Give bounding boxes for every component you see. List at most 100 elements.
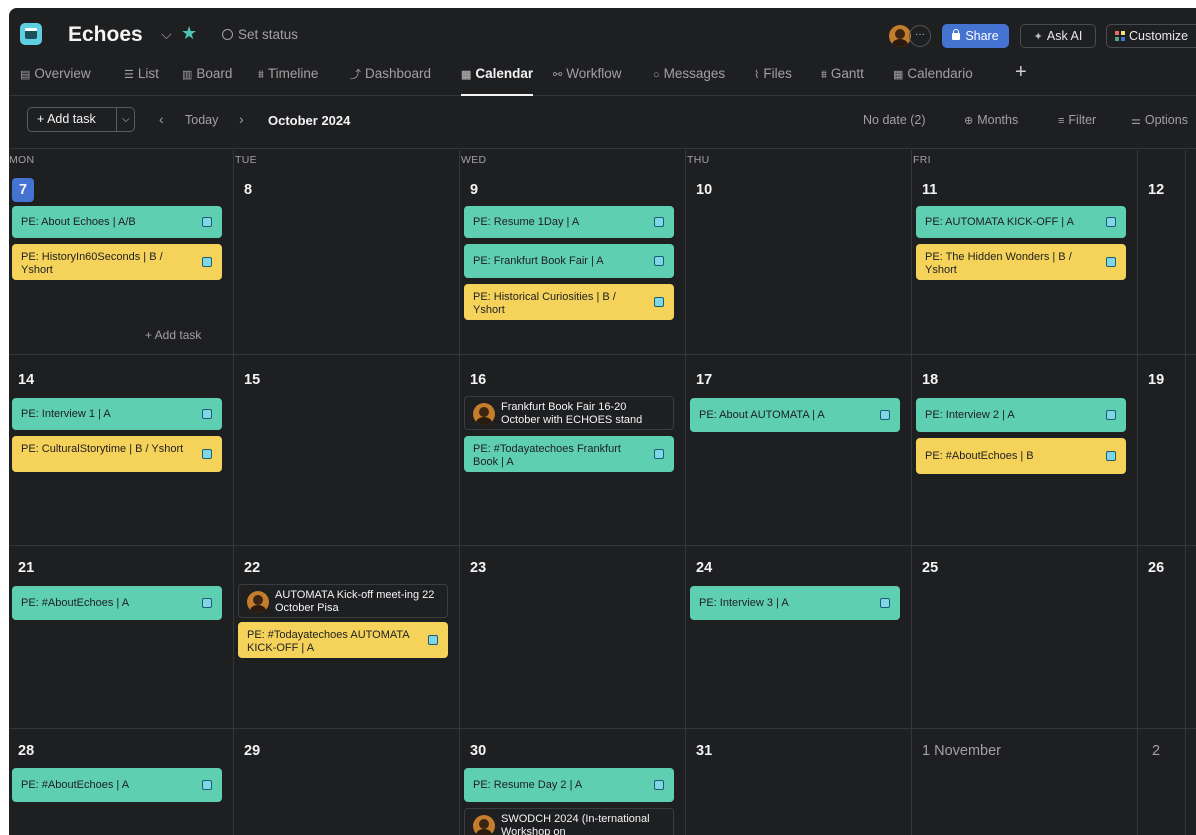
grid-line xyxy=(1185,150,1186,835)
day-number[interactable]: 8 xyxy=(244,182,252,198)
day-number-next-month[interactable]: 2 xyxy=(1152,743,1160,759)
task-checkbox-icon[interactable] xyxy=(202,217,212,227)
task-checkbox-icon[interactable] xyxy=(654,217,664,227)
task-checkbox-icon[interactable] xyxy=(654,780,664,790)
task-card[interactable]: PE: The Hidden Wonders | B / Yshort xyxy=(916,244,1126,280)
add-task-button[interactable]: + Add task ⌵ xyxy=(27,107,135,132)
add-task-inline-button[interactable]: + Add task xyxy=(145,328,201,342)
task-card[interactable]: PE: #Todayatechoes Frankfurt Book | A xyxy=(464,436,674,472)
day-number[interactable]: 10 xyxy=(696,182,712,198)
member-avatar[interactable] xyxy=(889,25,911,47)
tab-gantt[interactable]: ⩩ Gantt xyxy=(821,63,864,96)
add-tab-plus-icon[interactable]: + xyxy=(1015,61,1027,84)
day-number[interactable]: 9 xyxy=(470,182,478,198)
project-menu-chevron-icon[interactable]: ⌵ xyxy=(161,26,172,43)
share-button[interactable]: Share xyxy=(942,24,1009,48)
filter-button[interactable]: ≡ Filter xyxy=(1058,113,1096,127)
task-checkbox-icon[interactable] xyxy=(1106,217,1116,227)
event-owner-avatar xyxy=(473,815,495,835)
day-number[interactable]: 21 xyxy=(18,560,34,576)
day-number[interactable]: 25 xyxy=(922,560,938,576)
task-checkbox-icon[interactable] xyxy=(654,449,664,459)
paperclip-icon: ⌇ xyxy=(754,69,760,81)
task-card[interactable]: PE: About Echoes | A/B xyxy=(12,206,222,238)
task-checkbox-icon[interactable] xyxy=(202,780,212,790)
tab-timeline[interactable]: ⩩ Timeline xyxy=(258,63,318,96)
tab-calendario[interactable]: ▦ Calendario xyxy=(893,63,973,96)
task-card[interactable]: PE: #AboutEchoes | A xyxy=(12,768,222,802)
task-card[interactable]: PE: Interview 2 | A xyxy=(916,398,1126,432)
options-button[interactable]: ⚌ Options xyxy=(1131,113,1188,127)
chevron-down-icon[interactable]: ⌵ xyxy=(122,108,130,131)
day-number[interactable]: 24 xyxy=(696,560,712,576)
task-checkbox-icon[interactable] xyxy=(202,409,212,419)
task-card[interactable]: PE: HistoryIn60Seconds | B / Yshort xyxy=(12,244,222,280)
day-number[interactable]: 19 xyxy=(1148,372,1164,388)
no-date-button[interactable]: No date (2) xyxy=(863,113,926,127)
task-checkbox-icon[interactable] xyxy=(880,598,890,608)
previous-month-chevron-icon[interactable]: ‹ xyxy=(159,111,164,127)
task-card[interactable]: PE: Frankfurt Book Fair | A xyxy=(464,244,674,278)
task-card[interactable]: PE: Resume Day 2 | A xyxy=(464,768,674,802)
day-number-today[interactable]: 7 xyxy=(12,178,34,202)
customize-button[interactable]: Customize xyxy=(1106,24,1196,48)
set-status-button[interactable]: Set status xyxy=(222,27,298,42)
months-view-button[interactable]: ⊕ Months xyxy=(964,113,1018,127)
tab-dashboard[interactable]: ⤴ Dashboard xyxy=(350,63,431,96)
task-card[interactable]: PE: About AUTOMATA | A xyxy=(690,398,900,432)
tab-overview[interactable]: ▤ Overview xyxy=(20,63,91,96)
day-number[interactable]: 31 xyxy=(696,743,712,759)
task-checkbox-icon[interactable] xyxy=(654,256,664,266)
day-number[interactable]: 23 xyxy=(470,560,486,576)
tab-messages[interactable]: ○ Messages xyxy=(653,63,725,96)
task-checkbox-icon[interactable] xyxy=(428,635,438,645)
day-number[interactable]: 22 xyxy=(244,560,260,576)
favorite-star-icon[interactable]: ★ xyxy=(181,23,197,44)
task-card[interactable]: PE: #AboutEchoes | B xyxy=(916,438,1126,474)
task-card[interactable]: PE: #Todayatechoes AUTOMATA KICK-OFF | A xyxy=(238,622,448,658)
tab-files[interactable]: ⌇ Files xyxy=(754,63,792,96)
day-number[interactable]: 26 xyxy=(1148,560,1164,576)
project-title[interactable]: Echoes xyxy=(68,23,143,47)
task-card[interactable]: PE: #AboutEchoes | A xyxy=(12,586,222,620)
task-checkbox-icon[interactable] xyxy=(202,598,212,608)
task-checkbox-icon[interactable] xyxy=(880,410,890,420)
tab-board[interactable]: ▥ Board xyxy=(182,63,232,96)
day-number-next-month[interactable]: 1 November xyxy=(922,743,1001,759)
task-title: PE: Frankfurt Book Fair | A xyxy=(473,255,604,267)
task-checkbox-icon[interactable] xyxy=(1106,451,1116,461)
calendar-event[interactable]: Frankfurt Book Fair 16-20 October with E… xyxy=(464,396,674,430)
calendar-grid: 7 8 9 10 11 12 PE: About Echoes | A/B PE… xyxy=(9,150,1196,835)
day-number[interactable]: 15 xyxy=(244,372,260,388)
options-label: Options xyxy=(1144,113,1188,127)
tab-workflow[interactable]: ⚯ Workflow xyxy=(553,63,621,96)
task-card[interactable]: PE: Historical Curiosities | B / Yshort xyxy=(464,284,674,320)
tab-list[interactable]: ☰ List xyxy=(124,63,159,96)
task-checkbox-icon[interactable] xyxy=(1106,257,1116,267)
tab-calendar[interactable]: ▦ Calendar xyxy=(461,63,534,96)
task-checkbox-icon[interactable] xyxy=(202,257,212,267)
members-more-button[interactable]: ··· xyxy=(909,25,931,47)
task-card[interactable]: PE: AUTOMATA KICK-OFF | A xyxy=(916,206,1126,238)
day-number[interactable]: 30 xyxy=(470,743,486,759)
task-checkbox-icon[interactable] xyxy=(654,297,664,307)
ask-ai-button[interactable]: ✦ Ask AI xyxy=(1020,24,1096,48)
day-number[interactable]: 12 xyxy=(1148,182,1164,198)
day-number[interactable]: 11 xyxy=(922,182,937,198)
calendar-event[interactable]: SWODCH 2024 (In-ternational Workshop on xyxy=(464,808,674,835)
task-card[interactable]: PE: Resume 1Day | A xyxy=(464,206,674,238)
day-number[interactable]: 14 xyxy=(18,372,34,388)
day-number[interactable]: 18 xyxy=(922,372,938,388)
today-button[interactable]: Today xyxy=(185,113,218,127)
task-card[interactable]: PE: Interview 3 | A xyxy=(690,586,900,620)
day-number[interactable]: 16 xyxy=(470,372,486,388)
next-month-chevron-icon[interactable]: › xyxy=(239,111,244,127)
task-checkbox-icon[interactable] xyxy=(202,449,212,459)
day-number[interactable]: 17 xyxy=(696,372,712,388)
task-checkbox-icon[interactable] xyxy=(1106,410,1116,420)
task-card[interactable]: PE: CulturalStorytime | B / Yshort xyxy=(12,436,222,472)
calendar-event[interactable]: AUTOMATA Kick-off meet-ing 22 October Pi… xyxy=(238,584,448,618)
task-card[interactable]: PE: Interview 1 | A xyxy=(12,398,222,430)
day-number[interactable]: 28 xyxy=(18,743,34,759)
day-number[interactable]: 29 xyxy=(244,743,260,759)
